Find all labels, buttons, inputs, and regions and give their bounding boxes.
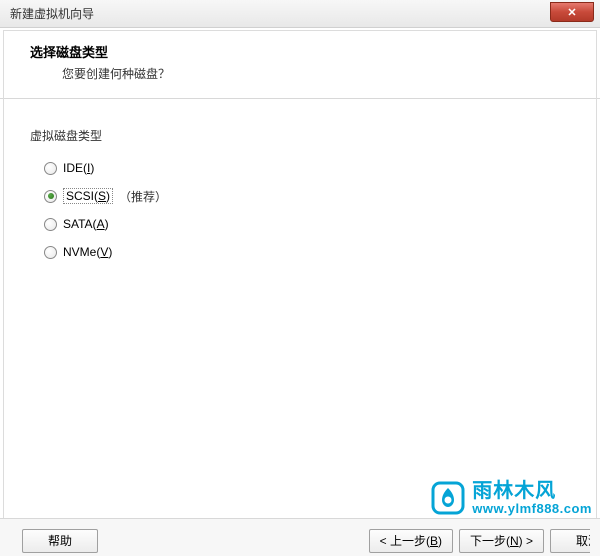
back-button[interactable]: < 上一步(B) [369, 529, 453, 553]
cancel-button-partial: 取消 [550, 529, 590, 553]
radio-scsi[interactable]: SCSI(S) （推荐） [44, 182, 570, 210]
radio-scsi-label[interactable]: SCSI(S) [63, 188, 113, 204]
titlebar-title: 新建虚拟机向导 [10, 5, 94, 22]
radio-nvme-input[interactable] [44, 246, 57, 259]
next-button-partial: 下一步(N) > [459, 529, 550, 553]
watermark-logo-icon [430, 480, 466, 516]
button-bar: 帮助 < 上一步(B) 下一步(N) > 取消 [0, 518, 600, 556]
watermark-brand: 雨林木风 [472, 481, 592, 502]
radio-ide-input[interactable] [44, 162, 57, 175]
radio-sata[interactable]: SATA(A) [44, 210, 570, 238]
radio-sata-label[interactable]: SATA(A) [63, 217, 109, 231]
next-button[interactable]: 下一步(N) > [459, 529, 544, 553]
close-button[interactable]: ✕ [550, 2, 594, 22]
wizard-header: 选择磁盘类型 您要创建何种磁盘？ [0, 28, 600, 99]
cancel-button[interactable]: 取消 [550, 529, 590, 553]
radio-sata-input[interactable] [44, 218, 57, 231]
disk-type-label: 虚拟磁盘类型 [30, 127, 570, 144]
header-title: 选择磁盘类型 [30, 42, 576, 61]
watermark-url: www.ylmf888.com [472, 502, 592, 516]
close-icon: ✕ [567, 6, 576, 19]
wizard-window: 新建虚拟机向导 ✕ 选择磁盘类型 您要创建何种磁盘？ 虚拟磁盘类型 IDE(I)… [0, 0, 600, 556]
header-subtitle: 您要创建何种磁盘？ [62, 65, 576, 82]
help-button[interactable]: 帮助 [22, 529, 98, 553]
radio-nvme[interactable]: NVMe(V) [44, 238, 570, 266]
radio-scsi-suffix: （推荐） [119, 188, 167, 205]
disk-type-radio-group: IDE(I) SCSI(S) （推荐） SATA(A) NVMe(V) [44, 154, 570, 266]
radio-nvme-label[interactable]: NVMe(V) [63, 245, 112, 259]
titlebar: 新建虚拟机向导 ✕ [0, 0, 600, 28]
radio-ide[interactable]: IDE(I) [44, 154, 570, 182]
radio-ide-label[interactable]: IDE(I) [63, 161, 94, 175]
radio-scsi-input[interactable] [44, 190, 57, 203]
watermark: 雨林木风 www.ylmf888.com [430, 480, 592, 516]
wizard-content: 虚拟磁盘类型 IDE(I) SCSI(S) （推荐） SATA(A) NVMe(… [0, 99, 600, 276]
watermark-text: 雨林木风 www.ylmf888.com [472, 481, 592, 516]
